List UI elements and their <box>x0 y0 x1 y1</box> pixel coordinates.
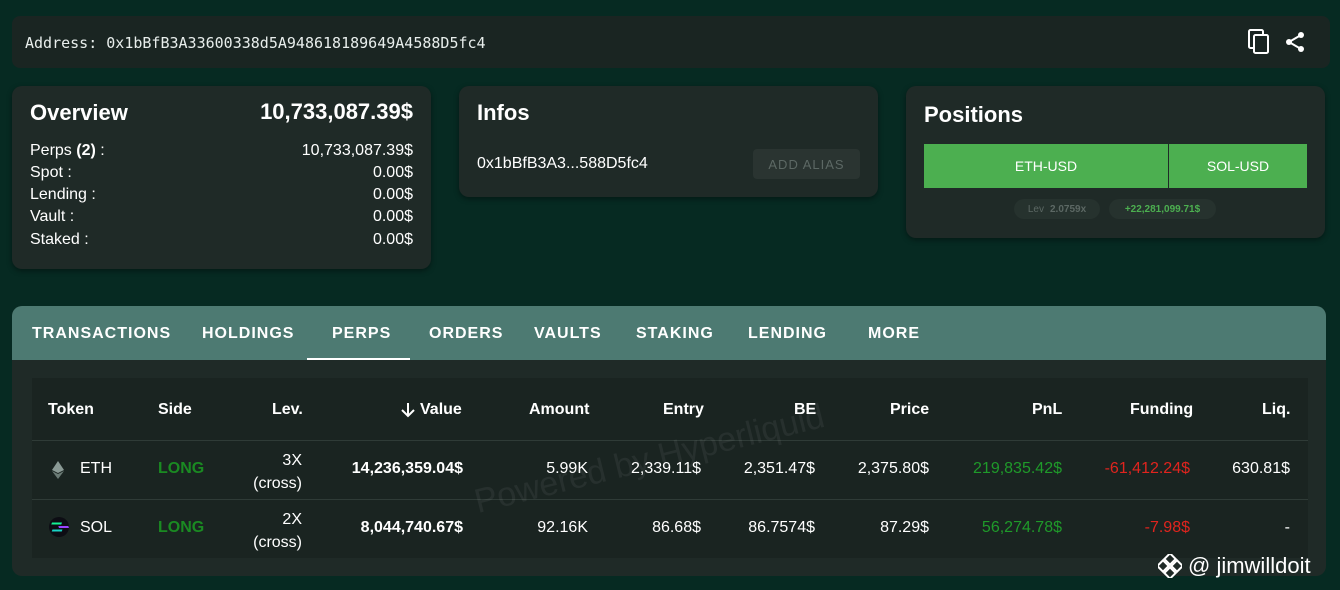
tab-perps[interactable]: PERPS <box>332 325 391 343</box>
short-address: 0x1bBfB3A3...588D5fc4 <box>477 155 648 172</box>
position-eth-usd-button[interactable]: ETH-USD <box>924 144 1168 188</box>
tab-lending[interactable]: LENDING <box>748 325 827 343</box>
tab-vaults[interactable]: VAULTS <box>534 325 602 343</box>
side-badge: LONG <box>158 460 205 477</box>
overview-row-perps: Perps (2) : 10,733,087.39$ <box>30 142 413 160</box>
leverage-cell: 3X (cross) <box>253 452 302 492</box>
token-symbol: SOL <box>80 519 113 536</box>
overview-title: Overview <box>30 100 128 125</box>
column-header-lev[interactable]: Lev. <box>272 401 303 419</box>
entry-cell: 86.68$ <box>652 519 701 536</box>
attribution: @ jimwilldoit <box>1158 553 1311 579</box>
position-sol-usd-button[interactable]: SOL-USD <box>1169 144 1307 188</box>
price-cell: 87.29$ <box>880 519 929 536</box>
amount-cell: 92.16K <box>537 519 588 536</box>
pnl-cell: 56,274.78$ <box>981 519 1062 536</box>
column-header-token[interactable]: Token <box>48 401 94 419</box>
binance-logo-icon <box>1158 554 1182 578</box>
value-cell: 14,236,359.04$ <box>351 460 463 477</box>
positions-pnl-chip: +22,281,099.71$ <box>1109 199 1216 219</box>
leverage-chip: Lev 2.0759x <box>1014 199 1100 219</box>
copy-icon[interactable] <box>1246 28 1272 56</box>
positions-title: Positions <box>924 102 1024 127</box>
positions-card: Positions ETH-USD SOL-USD Lev 2.0759x +22… <box>906 86 1325 238</box>
table-row-sol[interactable]: SOL LONG 2X (cross) 8,044,740.67$ 92.16K … <box>32 500 1308 558</box>
tab-holdings[interactable]: HOLDINGS <box>202 325 294 343</box>
tab-orders[interactable]: ORDERS <box>429 325 503 343</box>
address-text: Address: 0x1bBfB3A33600338d5A94861818964… <box>25 34 486 52</box>
overview-total: 10,733,087.39$ <box>260 99 413 124</box>
overview-row-lending: Lending : 0.00$ <box>30 186 413 204</box>
overview-label: Lending : <box>30 186 96 203</box>
overview-value: 0.00$ <box>372 164 413 181</box>
column-header-amount[interactable]: Amount <box>529 401 589 419</box>
address-bar: Address: 0x1bBfB3A33600338d5A94861818964… <box>12 16 1330 68</box>
column-header-liq[interactable]: Liq. <box>1262 401 1290 419</box>
column-header-side[interactable]: Side <box>158 401 192 419</box>
funding-cell: -7.98$ <box>1144 519 1190 536</box>
token-symbol: ETH <box>80 460 112 477</box>
liq-cell: - <box>1284 519 1290 536</box>
pnl-cell: 219,835.42$ <box>973 460 1062 477</box>
overview-value: 0.00$ <box>372 186 413 203</box>
column-header-value[interactable]: Value <box>400 401 462 419</box>
add-alias-button[interactable]: ADD ALIAS <box>753 149 860 179</box>
overview-label: Staked : <box>30 231 89 248</box>
overview-label: Spot : <box>30 164 72 181</box>
share-icon[interactable] <box>1282 28 1308 56</box>
column-header-funding[interactable]: Funding <box>1130 401 1193 419</box>
liq-cell: 630.81$ <box>1232 460 1290 477</box>
overview-value: 0.00$ <box>372 231 413 248</box>
price-cell: 2,375.80$ <box>857 460 929 477</box>
sort-down-icon <box>401 403 415 418</box>
tab-transactions[interactable]: TRANSACTIONS <box>32 325 171 343</box>
column-header-pnl[interactable]: PnL <box>1032 401 1062 419</box>
overview-value: 0.00$ <box>372 208 413 225</box>
infos-title: Infos <box>477 100 530 125</box>
overview-row-vault: Vault : 0.00$ <box>30 208 413 226</box>
column-header-price[interactable]: Price <box>890 401 929 419</box>
column-header-entry[interactable]: Entry <box>663 401 704 419</box>
infos-card: Infos 0x1bBfB3A3...588D5fc4 ADD ALIAS <box>459 86 878 197</box>
eth-token-icon <box>52 461 64 479</box>
tab-bar: TRANSACTIONS HOLDINGS PERPS ORDERS VAULT… <box>12 306 1326 360</box>
overview-value: 10,733,087.39$ <box>301 142 413 159</box>
overview-row-spot: Spot : 0.00$ <box>30 164 413 182</box>
sol-token-icon <box>49 517 69 537</box>
overview-card: Overview 10,733,087.39$ Perps (2) : 10,7… <box>12 86 431 269</box>
active-tab-indicator <box>307 358 410 360</box>
value-cell: 8,044,740.67$ <box>360 519 463 536</box>
overview-label: Perps (2) : <box>30 142 105 159</box>
side-badge: LONG <box>158 519 205 536</box>
tab-more[interactable]: MORE <box>868 325 920 343</box>
leverage-cell: 2X (cross) <box>253 511 302 551</box>
overview-row-staked: Staked : 0.00$ <box>30 231 413 249</box>
be-cell: 2,351.47$ <box>743 460 815 477</box>
tab-staking[interactable]: STAKING <box>636 325 714 343</box>
overview-label: Vault : <box>30 208 75 225</box>
be-cell: 86.7574$ <box>748 519 815 536</box>
funding-cell: -61,412.24$ <box>1104 460 1190 477</box>
